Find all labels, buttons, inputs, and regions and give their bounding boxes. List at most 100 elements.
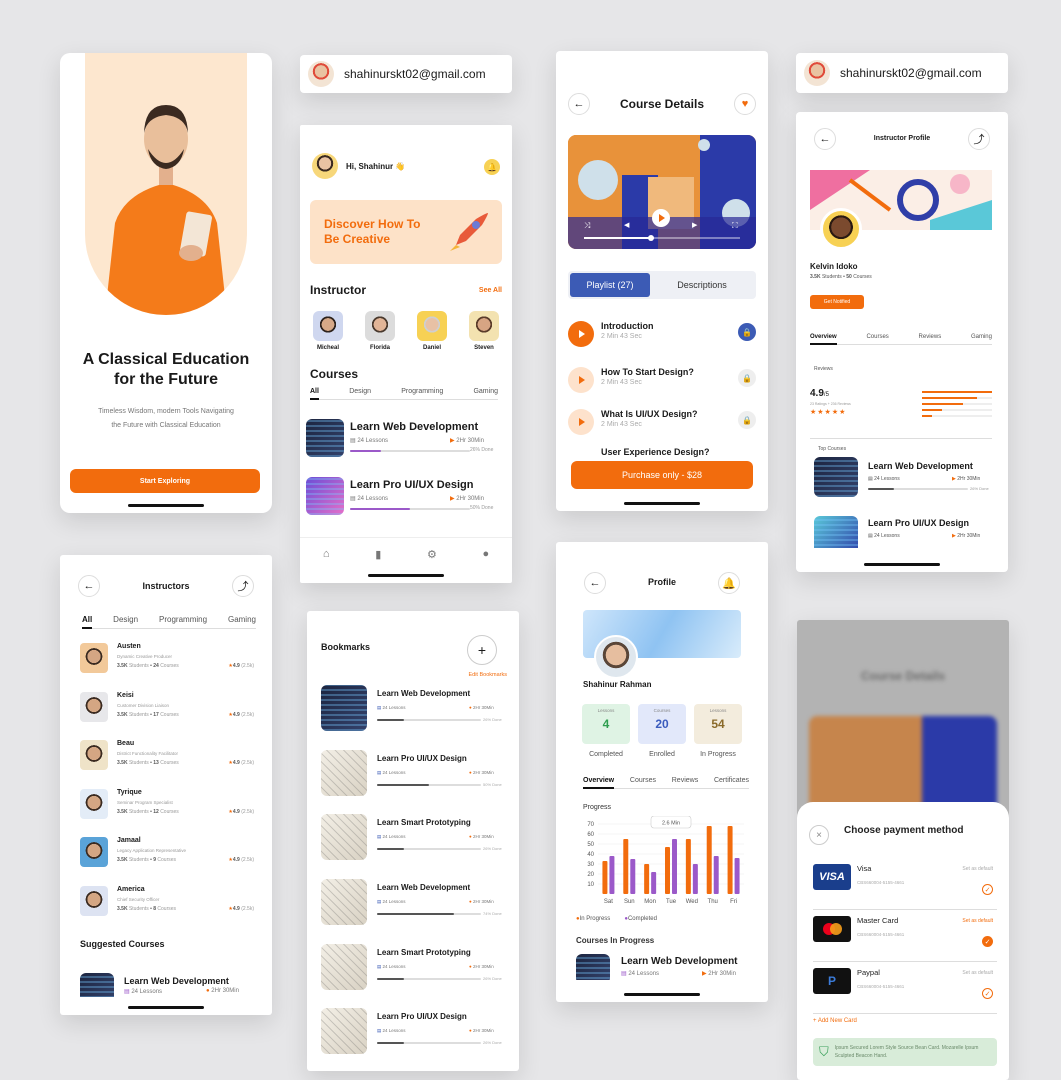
bell-icon[interactable]: 🔔 [718,572,740,594]
tab-programming[interactable]: Programming [159,615,207,624]
next-icon[interactable]: ▶ [692,221,697,229]
bar-completed[interactable] [734,858,740,894]
user-icon[interactable]: ● [483,548,490,583]
lesson-item[interactable]: How To Start Design? 2 Min 43 Sec 🔒 [568,365,756,395]
course-card[interactable]: Learn Web Development ▤ 24 Lessons ● 2Hr… [80,973,260,997]
instructor-item[interactable]: Micheal [308,311,348,351]
bar-completed[interactable] [609,856,615,894]
tab-overview[interactable]: Overview [583,777,615,789]
bar-in-progress[interactable] [706,826,712,894]
course-card[interactable]: Learn Web Development ▤ 24 Lessons ▶ 2Hr… [576,954,762,980]
bar-completed[interactable] [651,872,657,894]
home-icon[interactable]: ⌂ [323,548,330,583]
lesson-item[interactable]: User Experience Design? [568,447,756,457]
edit-bookmarks-link[interactable]: Edit Bookmarks [468,672,507,678]
bar-in-progress[interactable] [644,864,650,894]
y-tick-label: 10 [587,882,594,888]
lessons-count: ▤ 24 Lessons [350,438,389,444]
instructor-row-item[interactable]: America Chief Security Officer 3.5K Studen… [80,885,260,935]
duration: ▶ 2Hr 30Min [450,438,484,444]
share-icon[interactable]: ⤴ [968,128,990,150]
tab-descriptions[interactable]: Descriptions [650,280,754,290]
add-card-link[interactable]: + Add New Card [813,1018,857,1024]
tab-gaming[interactable]: Gaming [228,615,256,624]
instructor-row-item[interactable]: Tyrique Seminar Program Specialist 3.5K St… [80,788,260,838]
tab-certificates[interactable]: Certificates [714,777,749,784]
lesson-title: What Is UI/UX Design? [601,409,698,419]
payment-method-item[interactable]: Master Card CBS660004-5155-4661 Set as def… [813,912,997,962]
heart-icon[interactable]: ♥ [734,93,756,115]
instructor-row-item[interactable]: Jamaal Legacy Application Representative 3… [80,837,260,886]
instructor-row-item[interactable]: Austen Dynamic Creative Producer 3.5K Stud… [80,643,260,692]
instructor-row-item[interactable]: Beau District Functionality Facilitator 3.… [80,740,260,789]
bookmark-item[interactable]: Learn Pro UI/UX Design ▤ 24 Lessons ● 2Hr … [319,749,507,815]
start-exploring-button[interactable]: Start Exploring [70,469,260,493]
check-empty-icon[interactable]: ✓ [982,884,993,895]
lesson-item[interactable]: Introduction 2 Min 43 Sec 🔒 [568,319,756,349]
fullscreen-icon[interactable]: ⛶ [732,221,738,231]
instructor-item[interactable]: Steven [464,311,504,351]
bar-in-progress[interactable] [602,861,608,894]
set-default-link[interactable]: Set as default [962,970,993,976]
course-card[interactable]: Learn Web Development ▤ 24 Lessons ▶ 2Hr… [306,417,502,461]
lesson-item[interactable]: What Is UI/UX Design? 2 Min 43 Sec 🔒 [568,407,756,437]
instructor-name: Steven [474,345,494,351]
shuffle-icon[interactable]: ⤨ [584,221,590,231]
tab-all[interactable]: All [310,388,319,400]
tab-courses[interactable]: Courses [630,777,656,784]
instructor-name: Micheal [316,345,339,351]
set-default-link[interactable]: Set as default [962,918,993,924]
payment-method-item[interactable]: VISA Visa CBS660004-5155-4661 Set as defaul… [813,860,997,910]
payment-method-item[interactable]: P Paypal CBS660004-5155-4661 Set as default… [813,964,997,1014]
video-player[interactable]: ⤨ ◀ ▶ ⛶ [568,135,756,249]
add-bookmark-button[interactable]: + [467,635,497,665]
tab-reviews[interactable]: Reviews [672,777,698,784]
see-all-link[interactable]: See All [479,287,502,294]
tab-gaming[interactable]: Gaming [473,388,498,395]
tab-playlist[interactable]: Playlist (27) [570,273,650,297]
course-card[interactable]: Learn Web Development ▤ 24 Lessons ▶ 2Hr… [814,457,996,499]
bar-in-progress[interactable] [623,839,629,894]
bookmark-item[interactable]: Learn Pro UI/UX Design ▤ 24 Lessons ● 2Hr … [319,1008,507,1071]
bar-completed[interactable] [692,864,698,894]
get-notified-button[interactable]: Get Notified [810,295,864,309]
course-card[interactable]: Learn Pro UI/UX Design ▤ 24 Lessons ▶ 2H… [306,475,502,519]
discover-banner[interactable]: Discover How To Be Creative [310,200,502,264]
user-avatar[interactable] [312,153,338,179]
bar-in-progress[interactable] [685,839,691,894]
instructor-item[interactable]: Florida [360,311,400,351]
purchase-button[interactable]: Purchase only - $28 [571,461,753,489]
bell-icon[interactable]: 🔔 [484,159,500,175]
tab-design[interactable]: Design [349,388,371,395]
set-default-link[interactable]: Set as default [962,866,993,872]
share-icon[interactable]: ⤴ [232,575,254,597]
bookmark-item[interactable]: Learn Smart Prototyping ▤ 24 Lessons ● 2Hr… [319,814,507,879]
video-scrubber[interactable] [584,235,740,241]
security-notice: ⛉ Ipsum Secured Lorem Style Source Bean … [813,1038,997,1066]
tab-gaming[interactable]: Gaming [971,334,992,340]
close-icon[interactable]: × [809,825,829,845]
bar-completed[interactable] [630,859,636,894]
check-empty-icon[interactable]: ✓ [982,988,993,999]
bookmark-icon[interactable]: ▮ [375,548,381,583]
gear-icon[interactable]: ⚙ [427,548,437,583]
bar-in-progress[interactable] [665,847,670,894]
tab-design[interactable]: Design [113,615,138,624]
course-card[interactable]: Learn Pro UI/UX Design ▤ 24 Lessons ▶ 2H… [814,516,996,548]
check-selected-icon[interactable]: ✓ [982,936,993,947]
bookmark-item[interactable]: Learn Web Development ▤ 24 Lessons ● 2Hr 3… [319,685,507,750]
play-button[interactable] [652,209,670,227]
prev-icon[interactable]: ◀ [624,221,629,229]
tab-courses[interactable]: Courses [866,334,888,340]
bookmark-item[interactable]: Learn Smart Prototyping ▤ 24 Lessons ● 2Hr… [319,943,507,1009]
bar-in-progress[interactable] [727,826,733,894]
bar-completed[interactable] [672,839,677,894]
instructor-item[interactable]: Daniel [412,311,452,351]
instructor-row-item[interactable]: Keisi Customer Division Liaison 3.5K Stude… [80,691,260,741]
tab-programming[interactable]: Programming [401,388,443,395]
tab-overview[interactable]: Overview [810,334,837,345]
bar-completed[interactable] [713,856,719,894]
tab-reviews[interactable]: Reviews [919,334,942,340]
bookmark-item[interactable]: Learn Web Development ▤ 24 Lessons ● 2Hr 3… [319,879,507,944]
tab-all[interactable]: All [82,615,93,629]
